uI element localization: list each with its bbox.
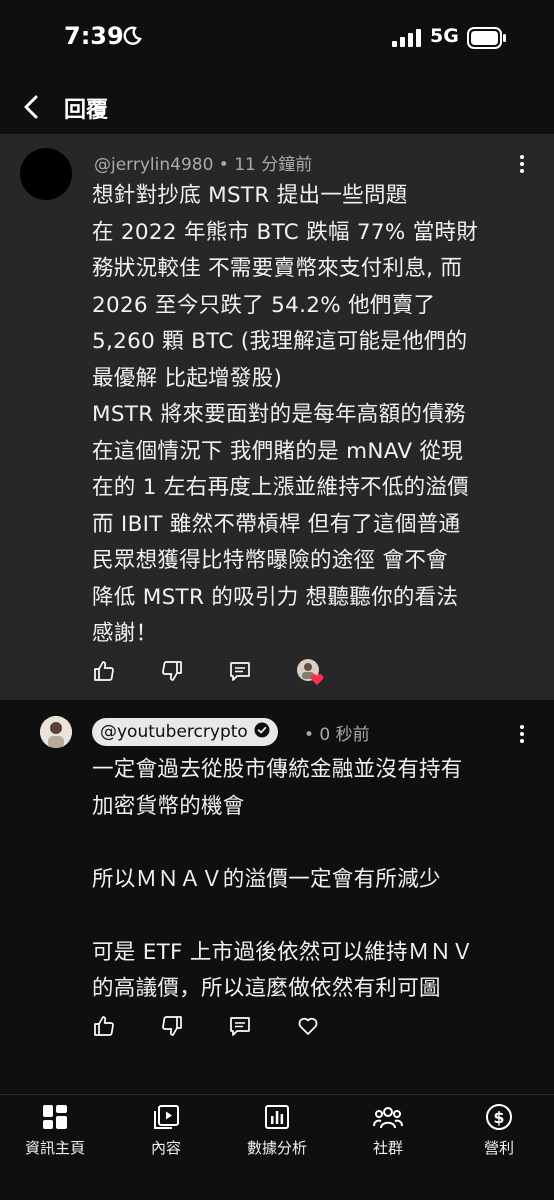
reply-icon[interactable]: [228, 659, 252, 683]
signal-icon: [392, 29, 422, 51]
dashboard-icon: [0, 1103, 110, 1131]
creator-heart-icon[interactable]: [296, 658, 324, 685]
comment-line: 在 2022 年熊市 BTC 跌幅 77% 當時財: [92, 219, 479, 245]
author-name: @youtubercrypto: [100, 722, 248, 742]
comment-line: 而 IBIT 雖然不帶槓桿 但有了這個普通: [92, 511, 461, 537]
comment-line: 2026 至今只跌了 54.2% 他們賣了: [92, 292, 436, 318]
avatar[interactable]: [40, 716, 72, 748]
comment-line: 最優解 比起增發股): [92, 365, 283, 391]
author-chip[interactable]: @youtubercrypto: [92, 718, 278, 746]
svg-text:$: $: [493, 1108, 504, 1127]
moon-icon: [122, 26, 142, 50]
comment-line: 降低 MSTR 的吸引力 想聽聽你的看法: [92, 584, 459, 610]
comment-text: 想針對抄底 MSTR 提出一些問題 在 2022 年熊市 BTC 跌幅 77% …: [92, 178, 532, 653]
reply-line: 可是 ETF 上市過後依然可以維持ＭＮＶ: [92, 939, 474, 965]
comment-line: 想針對抄底 MSTR 提出一些問題: [92, 183, 408, 208]
like-icon[interactable]: [92, 659, 116, 683]
earn-icon: $: [444, 1103, 554, 1131]
comment-line: 民眾想獲得比特幣曝險的途徑 會不會: [92, 548, 448, 573]
like-icon[interactable]: [92, 1014, 116, 1038]
nav-item-analytics[interactable]: 數據分析: [222, 1103, 332, 1158]
reply-time: • 0 秒前: [304, 725, 370, 745]
analytics-icon: [222, 1103, 332, 1131]
parent-comment: @jerrylin4980 • 11 分鐘前 想針對抄底 MSTR 提出一些問題…: [0, 134, 554, 700]
network-type: 5G: [430, 25, 459, 47]
nav-item-dashboard[interactable]: 資訊主頁: [0, 1103, 110, 1158]
reply-line: 一定會過去從股市傳統金融並沒有持有: [92, 757, 463, 782]
bottom-nav: 資訊主頁 內容 數據分析 社群 $ 營利: [0, 1094, 554, 1200]
reply-text: 一定會過去從股市傳統金融並沒有持有 加密貨幣的機會 所以ＭＮＡＶ的溢價一定會有所…: [92, 752, 532, 1008]
content-icon: [111, 1103, 221, 1131]
comment-line: 在的 1 左右再度上漲並維持不低的溢價: [92, 475, 470, 500]
reply-line: 加密貨幣的機會: [92, 793, 245, 819]
nav-item-content[interactable]: 內容: [111, 1103, 221, 1158]
page-title: 回覆: [64, 98, 109, 123]
nav-label: 內容: [150, 1139, 181, 1157]
comment-line: 感謝！: [92, 621, 158, 646]
nav-label: 營利: [483, 1139, 514, 1157]
battery-icon: [467, 27, 507, 53]
top-bar: 回覆: [0, 78, 554, 134]
avatar[interactable]: [20, 148, 72, 200]
status-bar: 7:39 5G: [0, 0, 554, 78]
nav-label: 社群: [372, 1139, 403, 1157]
community-icon: [333, 1103, 443, 1131]
comment-meta: @jerrylin4980 • 11 分鐘前: [94, 155, 313, 175]
dislike-icon[interactable]: [160, 659, 184, 683]
more-options-icon[interactable]: [510, 152, 534, 176]
comment-actions: [92, 658, 324, 685]
more-options-icon[interactable]: [510, 722, 534, 746]
nav-item-community[interactable]: 社群: [333, 1103, 443, 1158]
comment-line: MSTR 將來要面對的是每年高額的債務: [92, 402, 466, 427]
comment-line: 在這個情況下 我們賭的是 mNAV 從現: [92, 438, 464, 464]
verified-check-icon: [254, 722, 270, 743]
reply-line: 所以ＭＮＡＶ的溢價一定會有所減少: [92, 866, 441, 892]
heart-icon[interactable]: [296, 1014, 320, 1038]
reply-line: [92, 898, 532, 935]
nav-item-earn[interactable]: $ 營利: [444, 1103, 554, 1158]
reply-actions: [92, 1014, 364, 1038]
nav-label: 資訊主頁: [24, 1139, 85, 1157]
status-time: 7:39: [64, 22, 124, 50]
comment-line: 務狀況較佳 不需要賣幣來支付利息, 而: [92, 256, 463, 281]
nav-label: 數據分析: [246, 1139, 307, 1157]
dislike-icon[interactable]: [160, 1014, 184, 1038]
reply-icon[interactable]: [228, 1014, 252, 1038]
comment-line: 5,260 顆 BTC (我理解這可能是他們的: [92, 329, 468, 354]
reply-line: 的高議價，所以這麼做依然有利可圖: [92, 976, 441, 1001]
reply-line: [92, 825, 532, 862]
reply-comment: @youtubercrypto • 0 秒前 一定會過去從股市傳統金融並沒有持有…: [0, 700, 554, 1090]
back-arrow-icon[interactable]: [16, 90, 50, 124]
